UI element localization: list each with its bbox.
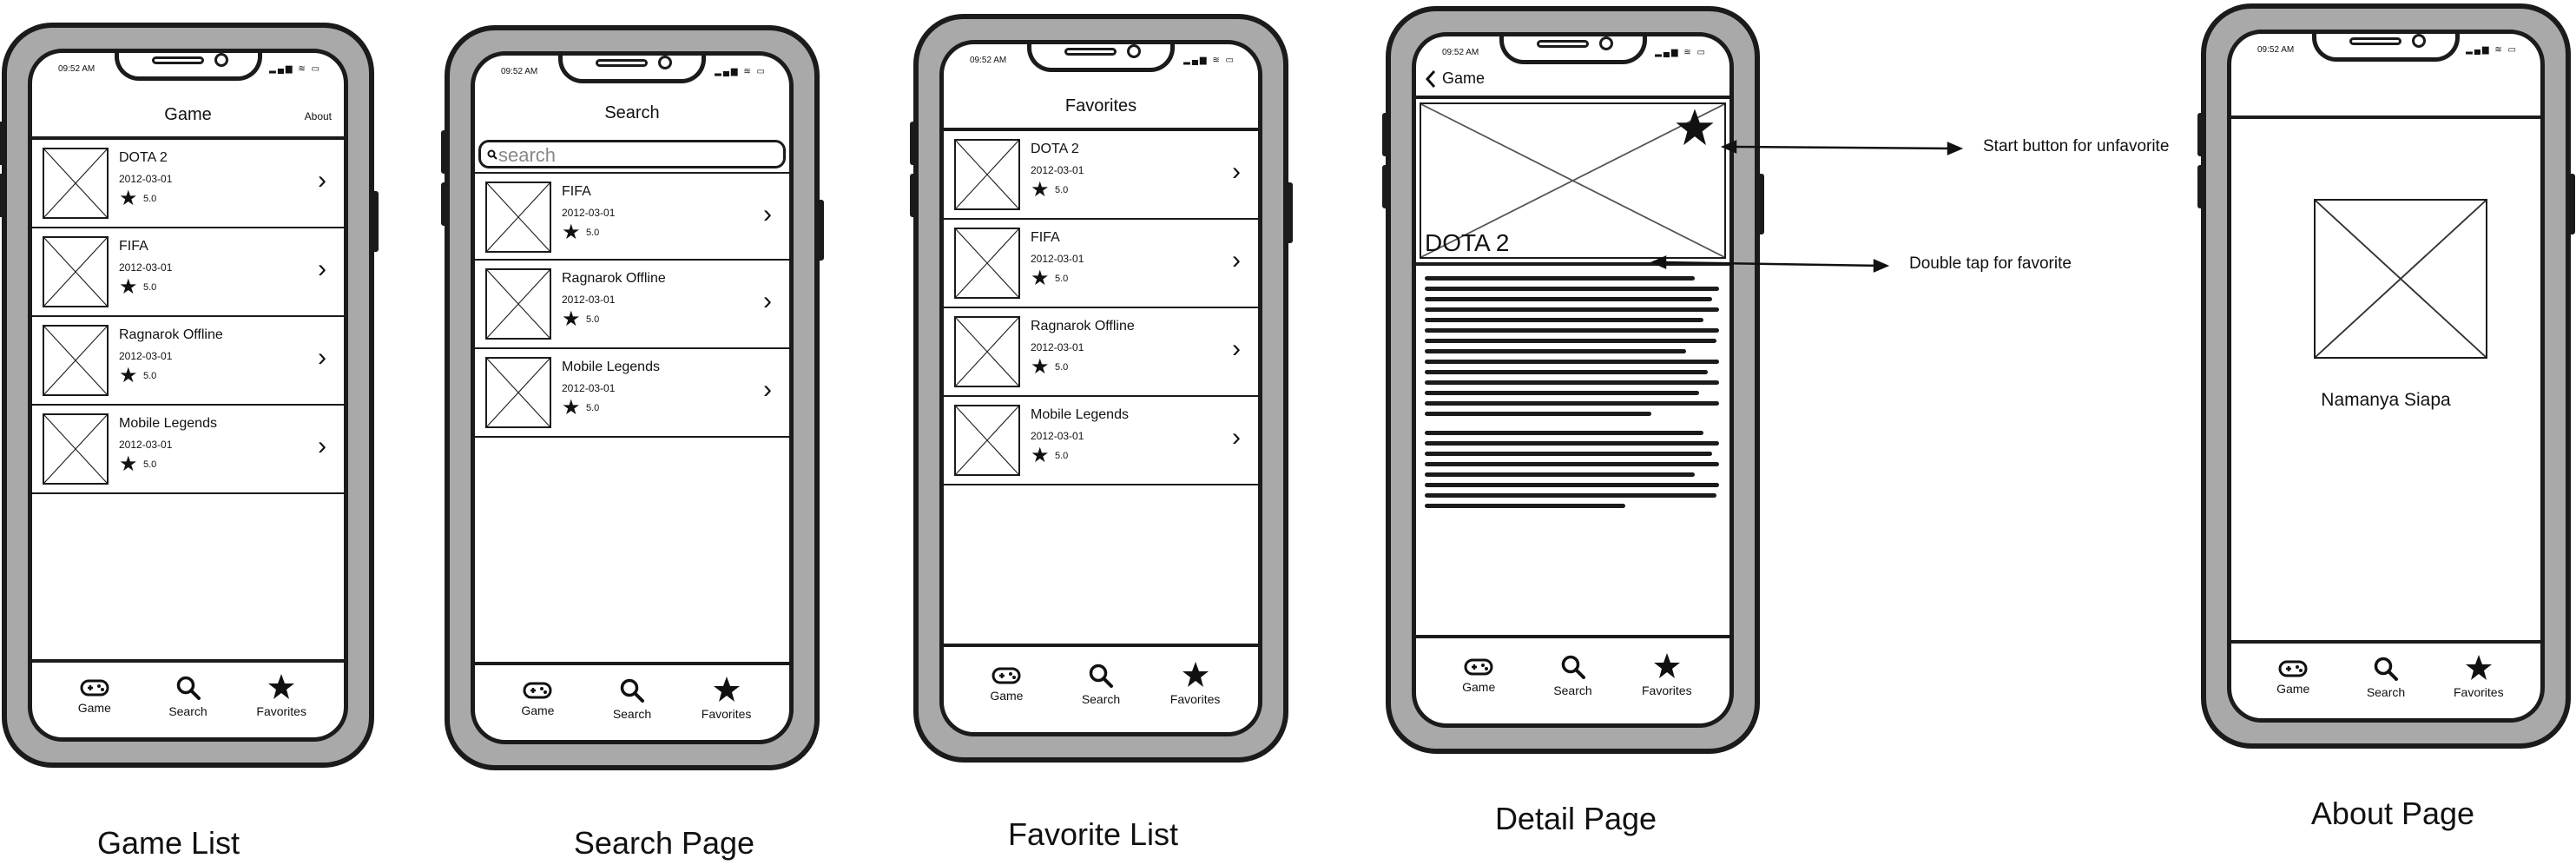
annotation-arrows (1650, 140, 1964, 273)
camera (2412, 34, 2426, 48)
notch (1499, 36, 1647, 64)
power-button (2567, 174, 2575, 234)
volume-button (2197, 113, 2205, 156)
arrow-unfavorite (1731, 145, 1954, 150)
camera (1598, 36, 1613, 50)
camera (1127, 44, 1141, 58)
speaker (1536, 40, 1589, 48)
camera (214, 53, 228, 67)
caption-about-page: About Page (2310, 796, 2475, 831)
speaker (1064, 48, 1117, 56)
camera (658, 56, 672, 69)
profile-name: Namanya Siapa (2321, 390, 2451, 410)
tab-label: Search (2366, 685, 2406, 699)
tab-game[interactable]: Game (2250, 659, 2336, 696)
search-icon (2374, 657, 2398, 681)
notch (2312, 34, 2460, 62)
phone-about-page: 09:52 AM ▂▄▆ ≋ ▭ Namanya Siapa Game Searc… (2201, 3, 2571, 749)
notch (1027, 44, 1175, 72)
annotation-favorite: Double tap for favorite (1909, 254, 2072, 273)
arrow-favorite (1661, 261, 1881, 267)
speaker (596, 59, 648, 67)
tab-label: Game (2276, 682, 2310, 696)
screen-about-page: 09:52 AM ▂▄▆ ≋ ▭ Namanya Siapa Game Searc… (2227, 30, 2545, 723)
notch (558, 56, 706, 83)
profile-photo (2314, 199, 2487, 359)
notch (114, 53, 262, 81)
tab-search[interactable]: Search (2342, 656, 2429, 699)
star-icon (2465, 655, 2492, 680)
volume-button (2197, 165, 2205, 208)
speaker (2349, 37, 2401, 45)
tab-favorites[interactable]: Favorites (2435, 654, 2522, 699)
tab-bar: Game Search Favorites (2231, 640, 2540, 718)
annotation-unfavorite: Start button for unfavorite (1983, 137, 2170, 155)
speaker (151, 56, 204, 64)
tab-label: Favorites (2454, 685, 2504, 699)
gamepad-icon (2278, 660, 2308, 677)
